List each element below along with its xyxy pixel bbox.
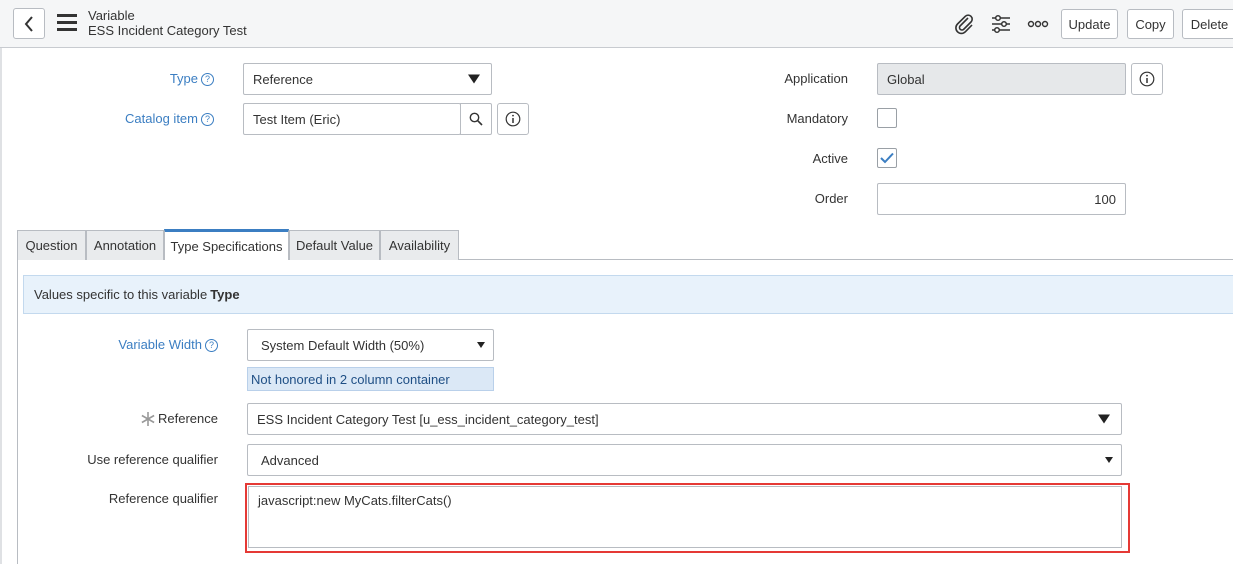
info-icon — [1139, 71, 1155, 87]
highlight-box — [245, 483, 1130, 553]
mandatory-checkbox[interactable] — [877, 108, 897, 128]
tab-default-value[interactable]: Default Value — [289, 230, 380, 260]
order-input[interactable]: 100 — [877, 183, 1126, 215]
settings-sliders-icon[interactable] — [989, 12, 1013, 36]
type-select[interactable]: Reference — [243, 63, 492, 95]
tab-availability[interactable]: Availability — [380, 230, 459, 260]
tab-annotation[interactable]: Annotation — [86, 230, 164, 260]
variable-width-hint: Not honored in 2 column container — [247, 367, 494, 391]
catalog-item-info-button[interactable] — [497, 103, 529, 135]
reference-qualifier-label: Reference qualifier — [108, 491, 218, 506]
lookup-button[interactable] — [460, 103, 492, 135]
active-checkbox[interactable] — [877, 148, 897, 168]
use-reference-qualifier-select[interactable]: Advanced — [247, 444, 1122, 476]
checkmark-icon — [880, 152, 894, 164]
search-icon — [469, 112, 483, 126]
order-label: Order — [814, 191, 848, 206]
back-button[interactable] — [13, 8, 45, 39]
mandatory-label: Mandatory — [786, 111, 848, 126]
tab-question[interactable]: Question — [17, 230, 86, 260]
caret-down-icon — [1098, 414, 1110, 424]
more-options-icon[interactable] — [1026, 12, 1050, 36]
catalog-item-input[interactable]: Test Item (Eric) — [243, 103, 461, 135]
reference-select[interactable]: ESS Incident Category Test [u_ess_incide… — [247, 403, 1122, 435]
use-reference-qualifier-label: Use reference qualifier — [87, 452, 218, 467]
application-info-button[interactable] — [1131, 63, 1163, 95]
help-icon[interactable]: ? — [205, 339, 218, 352]
help-icon[interactable]: ? — [201, 113, 214, 126]
variable-width-select[interactable]: System Default Width (50%) — [247, 329, 494, 361]
catalog-item-label[interactable]: Catalog item? — [100, 111, 214, 126]
chevron-left-icon — [24, 15, 33, 32]
record-name: ESS Incident Category Test — [88, 23, 247, 38]
table-name: Variable — [88, 8, 135, 23]
header-title: Variable ESS Incident Category Test — [88, 8, 247, 38]
page-edge — [0, 48, 2, 564]
application-label: Application — [784, 71, 848, 86]
update-button[interactable]: Update — [1061, 9, 1118, 39]
caret-down-icon — [468, 74, 480, 84]
help-icon[interactable]: ? — [201, 73, 214, 86]
application-field: Global — [877, 63, 1126, 95]
info-message: Values specific to this variable Type — [23, 275, 1233, 314]
menu-icon[interactable] — [57, 14, 77, 32]
variable-width-label[interactable]: Variable Width? — [100, 337, 218, 352]
delete-button[interactable]: Delete — [1182, 9, 1233, 39]
type-label[interactable]: Type? — [100, 71, 214, 86]
caret-down-icon — [1105, 457, 1113, 463]
info-icon — [505, 111, 521, 127]
caret-down-icon — [477, 342, 485, 348]
paperclip-icon[interactable] — [952, 12, 976, 36]
active-label: Active — [812, 151, 848, 166]
reference-label: Reference — [158, 411, 218, 426]
tab-type-specifications[interactable]: Type Specifications — [164, 229, 289, 260]
copy-button[interactable]: Copy — [1127, 9, 1174, 39]
